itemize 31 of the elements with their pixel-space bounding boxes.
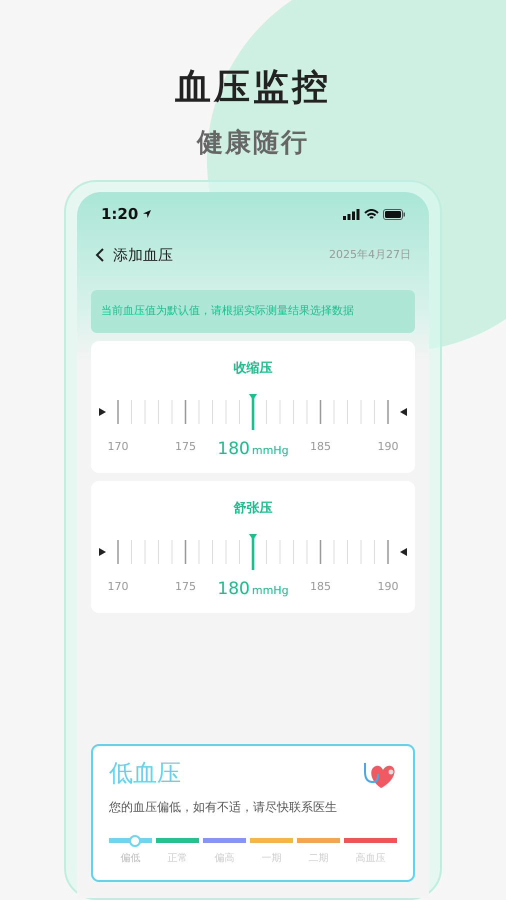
ruler-title: 收缩压: [234, 360, 272, 378]
result-title: 低血压: [109, 760, 181, 786]
scale-label: 170: [108, 440, 128, 453]
status-time: 1:20: [101, 204, 138, 225]
location-arrow-icon: [142, 209, 152, 219]
date-label: 2025年4月27日: [329, 246, 411, 263]
scale-label: 175: [175, 580, 196, 593]
scale-label: 185: [310, 580, 331, 593]
notice-banner: 当前血压值为默认值，请根据实际测量结果选择数据: [91, 290, 415, 332]
wifi-icon: [364, 208, 379, 220]
page-title: 添加血压: [113, 244, 173, 266]
scale-label: 190: [378, 440, 398, 453]
back-icon[interactable]: [95, 247, 105, 263]
headline: 血压监控: [175, 70, 331, 106]
right-arrow-icon[interactable]: [99, 548, 106, 556]
right-arrow-icon[interactable]: [99, 408, 106, 416]
result-message: 您的血压偏低，如有不适，请尽快联系医生: [109, 799, 338, 816]
heart-stethoscope-icon: [361, 760, 397, 790]
subheadline: 健康随行: [197, 130, 309, 156]
battery-icon: [383, 208, 405, 220]
segment-label: 偏低: [120, 852, 140, 866]
scale-label: 185: [310, 440, 331, 453]
scale-label: 190: [378, 580, 398, 593]
left-arrow-icon[interactable]: [400, 548, 407, 556]
ruler-title: 舒张压: [234, 500, 272, 518]
signal-icon: [343, 208, 360, 220]
scale-label: 175: [175, 440, 196, 453]
selected-value: 180 mmHg: [217, 439, 289, 459]
scale-label: 170: [108, 580, 128, 593]
left-arrow-icon[interactable]: [400, 408, 407, 416]
selected-value: 180 mmHg: [217, 579, 289, 599]
